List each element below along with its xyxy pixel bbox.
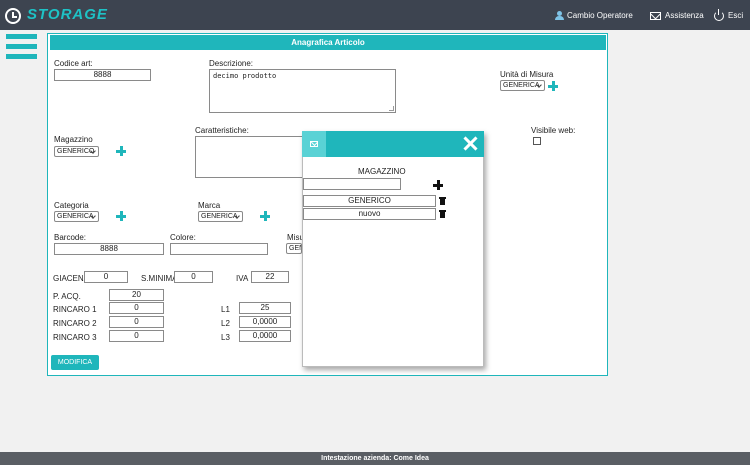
add-marca-plus-icon[interactable]	[260, 211, 270, 221]
marca-label: Marca	[198, 201, 221, 210]
add-magazzino-plus-icon[interactable]	[433, 180, 443, 190]
add-categoria-plus-icon[interactable]	[116, 211, 126, 221]
hamburger-icon-bar	[6, 54, 37, 59]
misura-select[interactable]: GEN	[286, 243, 302, 254]
visibile-web-checkbox[interactable]	[533, 137, 541, 145]
rincaro-1-label: RINCARO 1	[53, 305, 97, 314]
magazzino-item[interactable]: nuovo	[303, 208, 436, 220]
descrizione-value: decimo prodotto	[213, 72, 277, 80]
l3-label: L3	[221, 333, 230, 342]
menu-toggle-button[interactable]	[6, 34, 37, 60]
footer-bar: Intestazione azienda: Come Idea	[0, 452, 750, 465]
marca-select[interactable]: GENERICA	[198, 211, 243, 222]
categoria-label: Categoria	[54, 201, 89, 210]
modal-title: MAGAZZINO	[358, 167, 406, 176]
mail-icon	[650, 12, 661, 20]
magazzino-value: GENERICO	[57, 148, 95, 155]
caratteristiche-textarea[interactable]	[195, 136, 305, 178]
magazzino-select[interactable]: GENERICO	[54, 146, 99, 157]
l3-input[interactable]: 0,0000	[239, 330, 291, 342]
hamburger-icon-bar	[6, 44, 37, 49]
l1-input[interactable]: 25	[239, 302, 291, 314]
hamburger-icon-bar	[6, 34, 37, 39]
s-minima-input[interactable]: 0	[174, 271, 213, 283]
rincaro-2-label: RINCARO 2	[53, 319, 97, 328]
top-bar	[0, 0, 750, 30]
colore-label: Colore:	[170, 233, 196, 242]
trash-icon[interactable]	[439, 197, 446, 205]
caratteristiche-label: Caratteristiche:	[195, 126, 249, 135]
colore-input[interactable]	[170, 243, 268, 255]
p-acq-label: P. ACQ.	[53, 292, 81, 301]
p-acq-input[interactable]: 20	[109, 289, 164, 301]
magazzino-label: Magazzino	[54, 135, 93, 144]
descrizione-textarea[interactable]: decimo prodotto	[209, 69, 396, 113]
power-icon	[714, 9, 724, 21]
codice-art-input[interactable]: 8888	[54, 69, 151, 81]
clock-icon	[5, 8, 21, 24]
magazzino-item[interactable]: GENERICO	[303, 195, 436, 207]
giacenza-input[interactable]: 0	[84, 271, 128, 283]
rincaro-1-input[interactable]: 0	[109, 302, 164, 314]
app-logo: STORAGE	[27, 6, 108, 23]
add-unita-misura-plus-icon[interactable]	[548, 81, 558, 91]
categoria-select[interactable]: GENERICA	[54, 211, 99, 222]
unita-misura-label: Unità di Misura	[500, 70, 554, 79]
codice-art-label: Codice art:	[54, 59, 93, 68]
rincaro-2-input[interactable]: 0	[109, 316, 164, 328]
trash-icon[interactable]	[439, 210, 446, 218]
resize-grip-icon[interactable]	[389, 106, 394, 111]
l2-label: L2	[221, 319, 230, 328]
unita-misura-value: GENERICA	[503, 82, 540, 89]
rincaro-3-label: RINCARO 3	[53, 333, 97, 342]
unita-misura-select[interactable]: GENERICA	[500, 80, 545, 91]
modifica-button[interactable]: MODIFICA	[51, 355, 99, 370]
s-minima-label: S.MINIMA	[141, 274, 178, 283]
marca-value: GENERICA	[201, 213, 238, 220]
categoria-value: GENERICA	[57, 213, 94, 220]
envelope-icon	[310, 141, 318, 147]
new-magazzino-input[interactable]	[303, 178, 401, 190]
l1-label: L1	[221, 305, 230, 314]
esci-link[interactable]: Esci	[728, 11, 743, 20]
close-icon[interactable]	[463, 136, 478, 151]
barcode-input[interactable]: 8888	[54, 243, 164, 255]
descrizione-label: Descrizione:	[209, 59, 254, 68]
user-icon	[555, 11, 564, 20]
modal-header	[302, 131, 484, 157]
rincaro-3-input[interactable]: 0	[109, 330, 164, 342]
cambio-operatore-link[interactable]: Cambio Operatore	[567, 11, 633, 20]
barcode-label: Barcode:	[54, 233, 87, 242]
assistenza-link[interactable]: Assistenza	[665, 11, 704, 20]
panel-title: Anagrafica Articolo	[50, 35, 606, 50]
iva-label: IVA	[236, 274, 249, 283]
visibile-web-label: Visibile web:	[531, 126, 576, 135]
add-magazzino-plus-icon[interactable]	[116, 146, 126, 156]
l2-input[interactable]: 0,0000	[239, 316, 291, 328]
iva-input[interactable]: 22	[251, 271, 289, 283]
